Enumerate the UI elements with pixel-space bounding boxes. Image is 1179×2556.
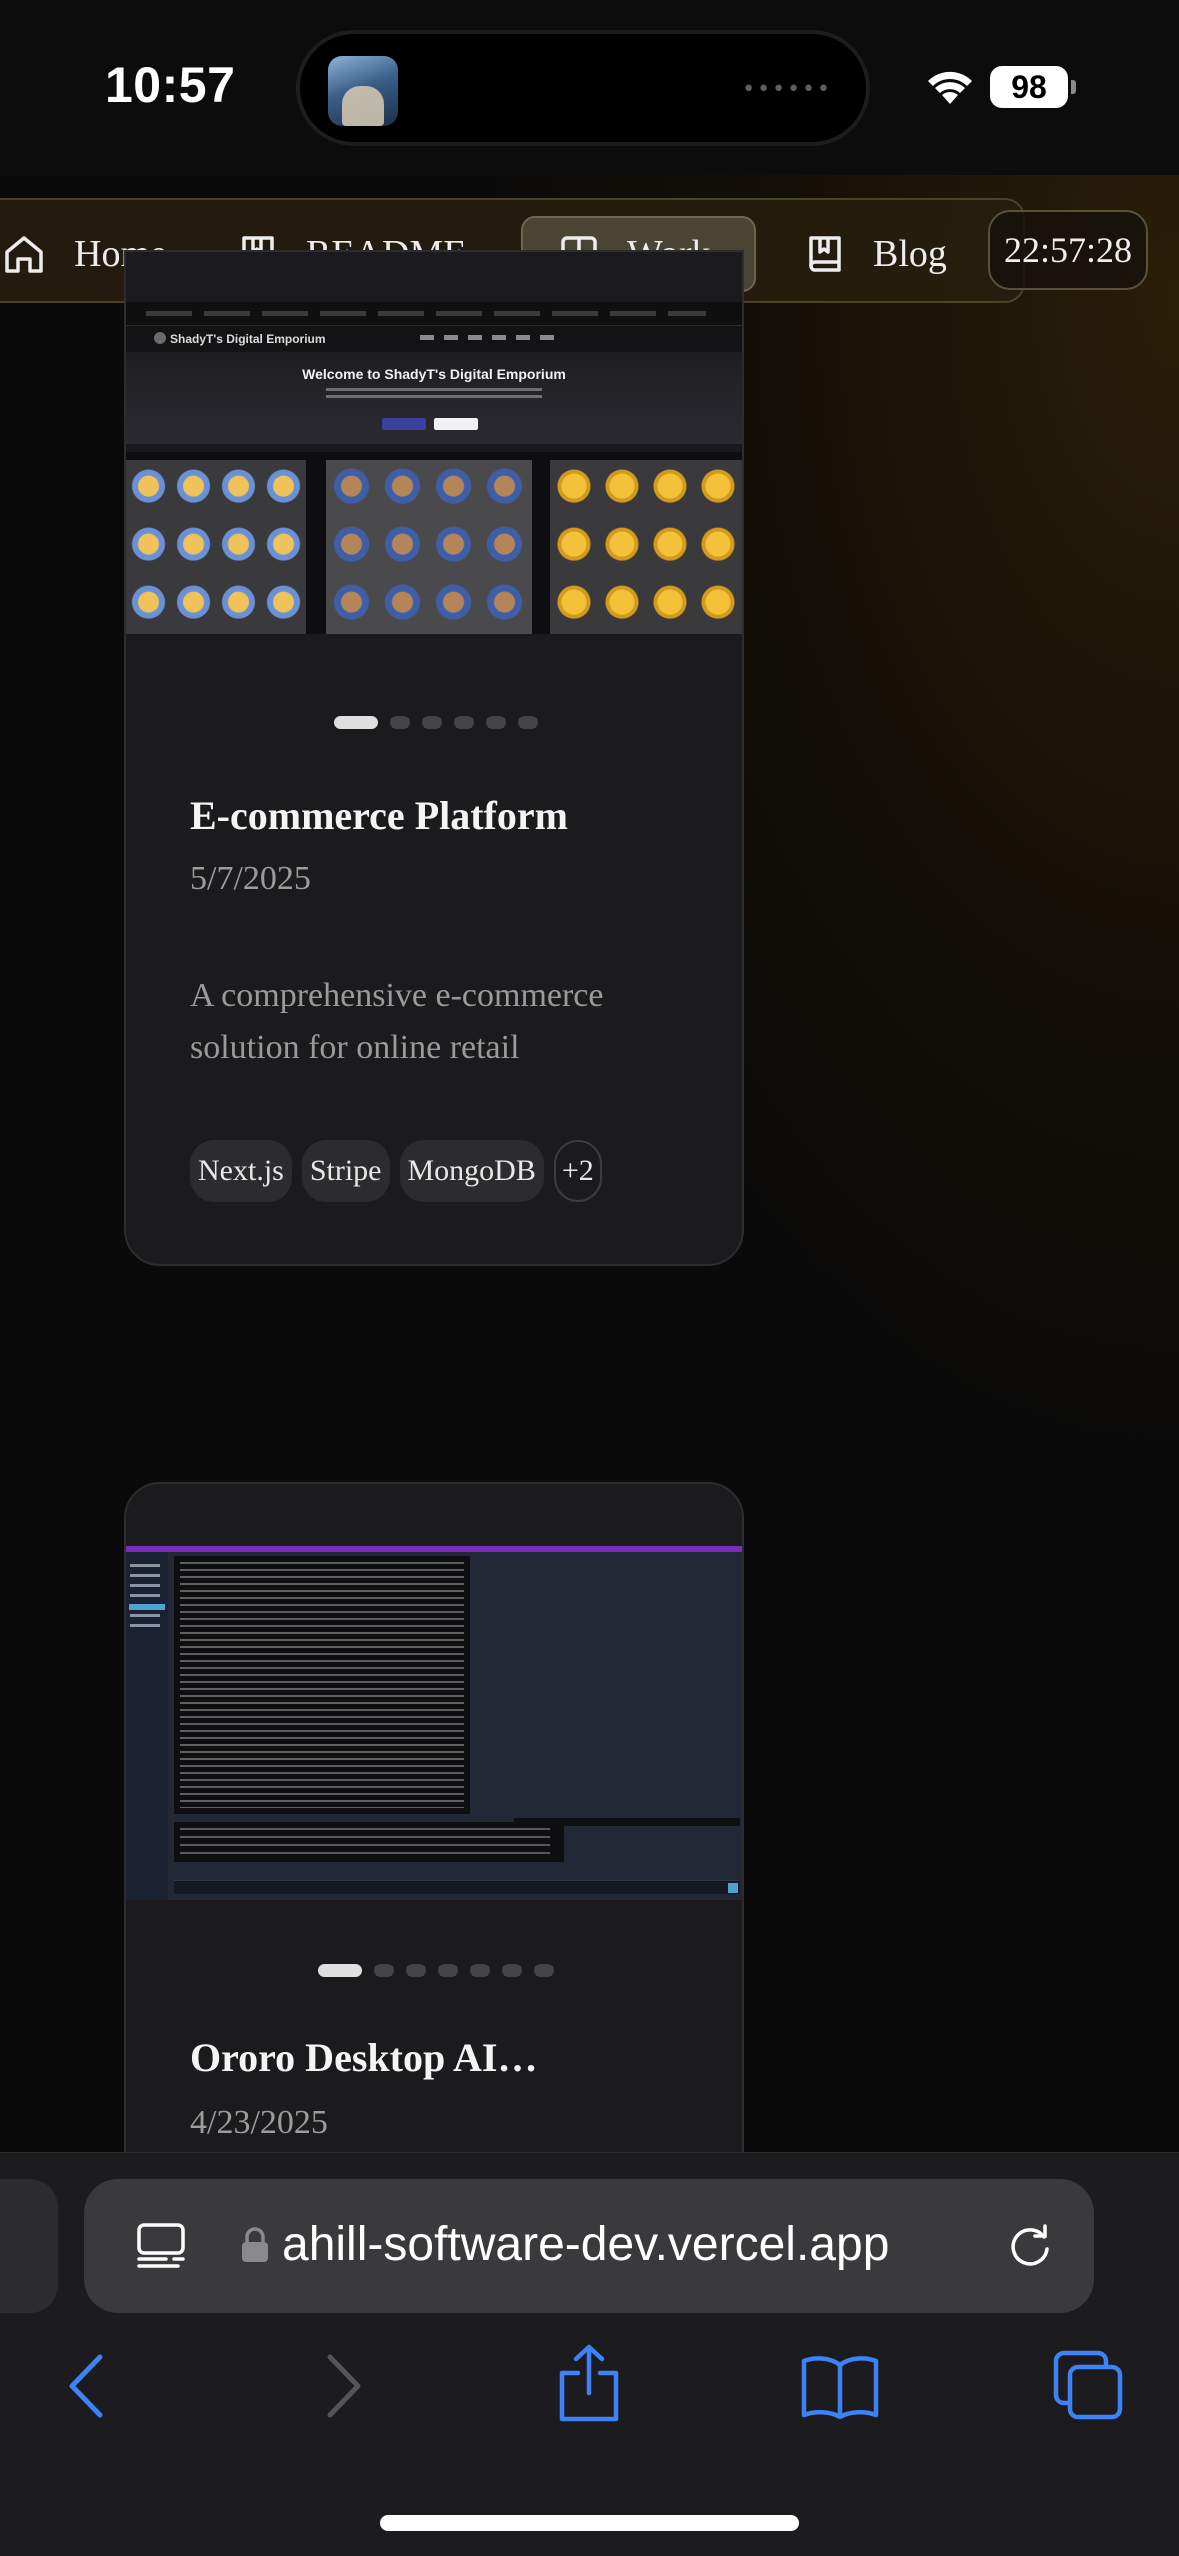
wifi-icon: [928, 71, 972, 104]
carousel-dot[interactable]: [334, 716, 378, 729]
carousel-dot[interactable]: [454, 716, 474, 729]
product-image-brown-sprites: [326, 460, 532, 634]
page-menu-icon[interactable]: [136, 2219, 186, 2269]
project-title[interactable]: Ororo Desktop AI…: [190, 2034, 537, 2081]
address-bar[interactable]: ahill-software-dev.vercel.app: [84, 2179, 1094, 2313]
carousel-dots[interactable]: [334, 716, 538, 729]
carousel-dot[interactable]: [438, 1964, 458, 1977]
screenshot-hero-title: Welcome to ShadyT's Digital Emporium: [302, 366, 566, 382]
carousel-dot[interactable]: [518, 716, 538, 729]
browser-chrome: ahill-software-dev.vercel.app: [0, 2152, 1179, 2556]
project-description: A comprehensive e-commerce solution for …: [190, 977, 604, 1066]
screenshot-hero-subtitle: [326, 388, 542, 402]
home-icon: [5, 236, 43, 273]
carousel-dot[interactable]: [486, 716, 506, 729]
screenshot-hero-button-secondary: [434, 418, 478, 430]
tag-chip: Stripe: [301, 1140, 390, 1202]
project-title[interactable]: E-commerce Platform: [190, 792, 568, 839]
tag-chip: MongoDB: [399, 1140, 544, 1202]
screenshot-brand: ShadyT's Digital Emporium: [154, 332, 326, 346]
status-bar: 10:57 •••••• 98: [0, 0, 1179, 175]
carousel-dots[interactable]: [318, 1964, 554, 1977]
bookmarks-icon[interactable]: [800, 2353, 880, 2419]
back-icon[interactable]: [64, 2351, 110, 2421]
project-screenshot[interactable]: [126, 1546, 742, 1900]
screenshot-product-grid: [126, 452, 742, 634]
book-icon: [809, 236, 841, 272]
project-date: 4/23/2025: [190, 2104, 328, 2141]
screenshot-browser-bar: [126, 302, 742, 326]
carousel-dot[interactable]: [318, 1964, 362, 1977]
tag-chip: Next.js: [190, 1140, 292, 1202]
screenshot-site-header: ShadyT's Digital Emporium: [126, 326, 742, 352]
now-playing-artwork: [328, 56, 398, 126]
carousel-dot[interactable]: [422, 716, 442, 729]
home-indicator: [380, 2515, 799, 2531]
screenshot-hero: Welcome to ShadyT's Digital Emporium: [126, 352, 742, 444]
dynamic-island[interactable]: ••••••: [296, 30, 870, 146]
project-card[interactable]: ShadyT's Digital Emporium Welcome to Sha…: [124, 250, 744, 1266]
url-text[interactable]: ahill-software-dev.vercel.app: [282, 2215, 1017, 2275]
more-tags-chip[interactable]: +2: [553, 1140, 602, 1202]
screenshot-projects-sidebar: [126, 1552, 168, 1900]
product-image-axolotl-sprites: [550, 460, 742, 634]
nav-clock: 22:57:28: [988, 210, 1148, 290]
carousel-dot[interactable]: [534, 1964, 554, 1977]
project-date: 5/7/2025: [190, 860, 311, 897]
screenshot-hero-button-primary: [382, 418, 426, 430]
product-image-blonde-sprites: [126, 460, 306, 634]
screenshot-chat-followup: [174, 1822, 564, 1862]
waveform-icon: ••••••: [742, 77, 832, 102]
project-tags: Next.js Stripe MongoDB +2: [190, 1140, 602, 1202]
carousel-dot[interactable]: [470, 1964, 490, 1977]
nav-blog-label: Blog: [873, 233, 947, 275]
nav-blog[interactable]: Blog: [805, 216, 947, 292]
carousel-dot[interactable]: [390, 716, 410, 729]
lock-icon: [242, 2227, 268, 2262]
screenshot-chat-response: [174, 1556, 470, 1814]
previous-tab-peek[interactable]: [0, 2179, 58, 2313]
screenshot-chat-input: [174, 1880, 740, 1894]
carousel-dot[interactable]: [374, 1964, 394, 1977]
screenshot-fade: [126, 634, 742, 698]
tabs-icon[interactable]: [1052, 2349, 1124, 2421]
screenshot-title-bar: [126, 1546, 742, 1552]
carousel-dot[interactable]: [406, 1964, 426, 1977]
screenshot-nav-links: [420, 335, 560, 340]
status-time: 10:57: [105, 57, 236, 113]
reload-icon[interactable]: [1004, 2219, 1056, 2271]
battery-indicator: 98: [990, 66, 1076, 108]
carousel-dot[interactable]: [502, 1964, 522, 1977]
forward-icon[interactable]: [320, 2351, 366, 2421]
share-icon[interactable]: [556, 2343, 622, 2423]
project-screenshot[interactable]: ShadyT's Digital Emporium Welcome to Sha…: [126, 302, 742, 698]
